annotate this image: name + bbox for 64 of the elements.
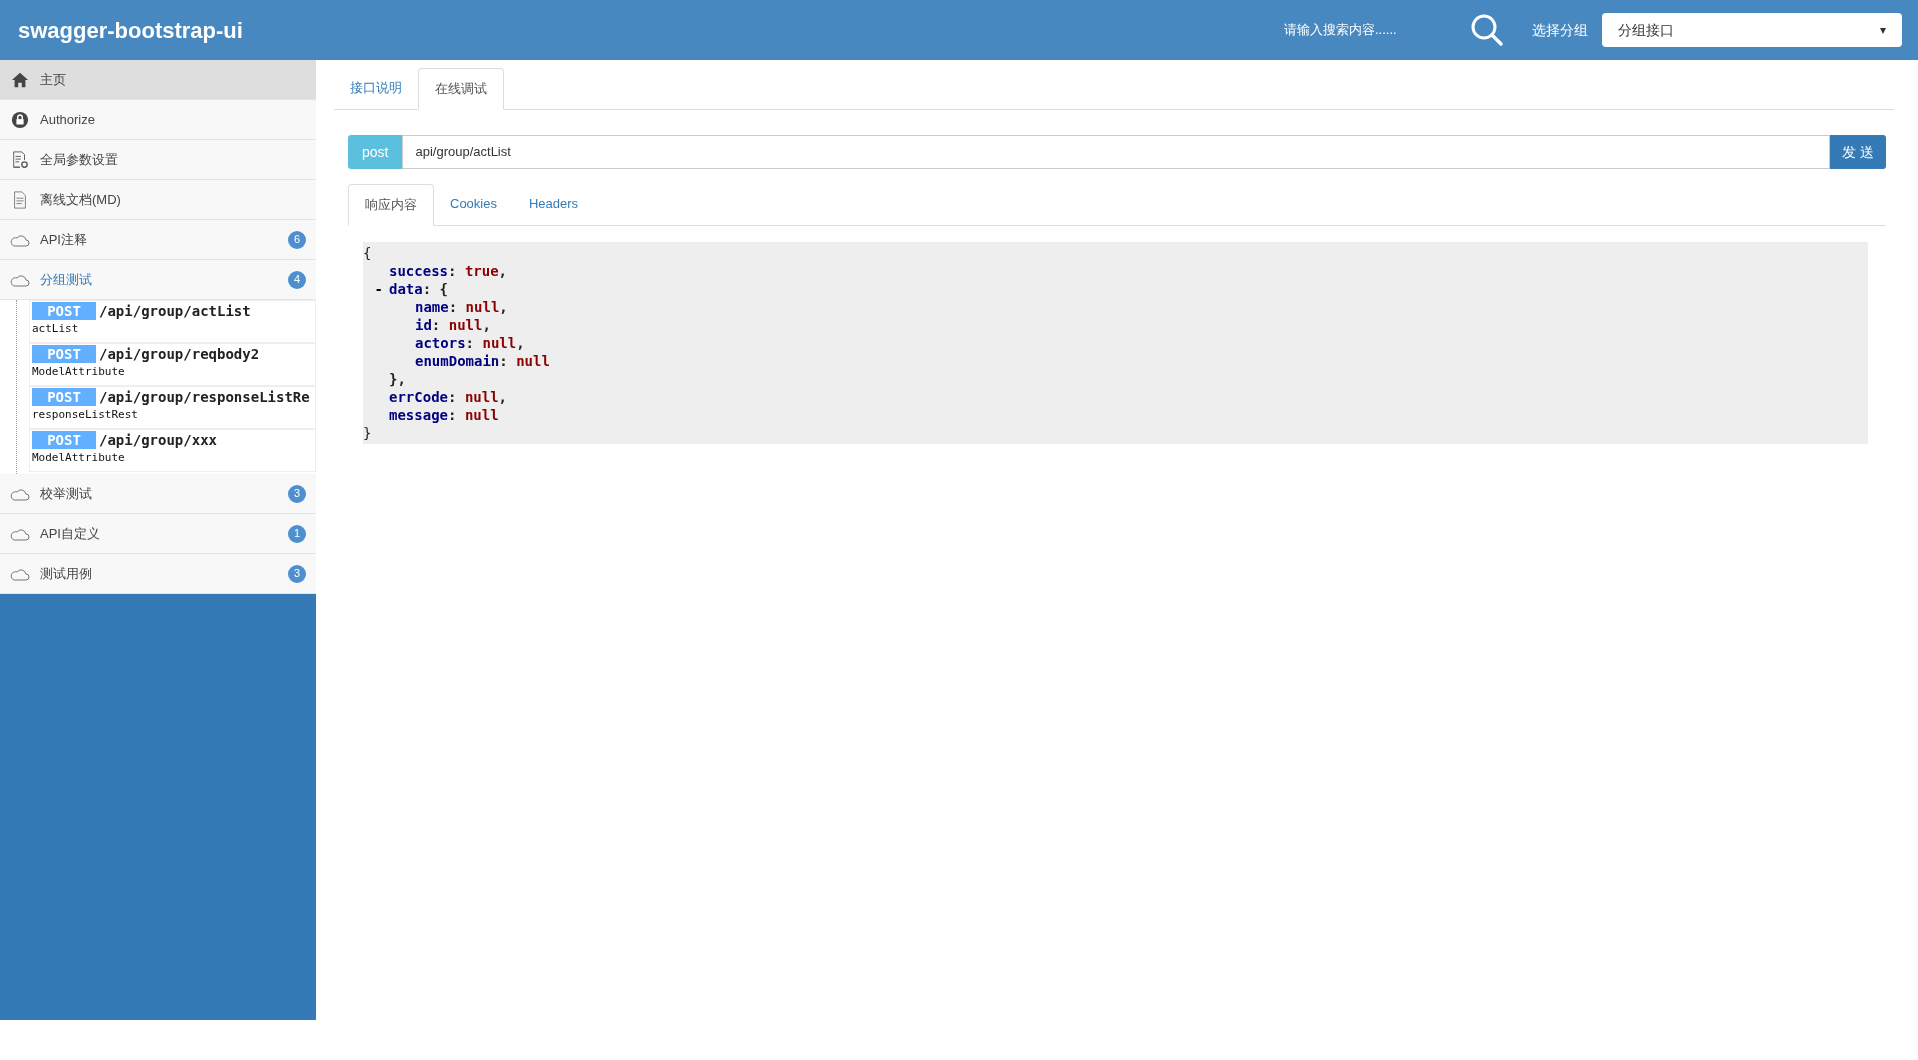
lock-icon — [11, 110, 29, 129]
json-line: actors: null, — [415, 334, 525, 352]
json-line: success: true, — [389, 262, 508, 280]
document-icon — [11, 190, 29, 209]
endpoint-path: /api/group/xxx — [99, 430, 217, 450]
home-icon — [11, 70, 29, 89]
count-badge: 1 — [288, 524, 306, 543]
endpoint-path: /api/group/reqbody2 — [99, 344, 260, 364]
group-label: 选择分组 — [1532, 20, 1588, 40]
sidebar-item[interactable]: 主页 — [0, 60, 316, 100]
json-line: { — [363, 244, 372, 262]
json-line: }, — [389, 371, 406, 387]
endpoint-path: /api/group/responseListRe — [99, 387, 310, 407]
sidebar-item[interactable]: 测试用例 3 — [0, 554, 316, 594]
json-line: name: null, — [415, 298, 508, 316]
endpoint-path: /api/group/actList — [99, 301, 251, 321]
method-badge: POST — [32, 345, 96, 363]
send-button[interactable]: 发 送 — [1830, 135, 1886, 169]
count-badge: 3 — [288, 564, 306, 583]
search-field[interactable]: 请输入搜索内容...... — [1284, 20, 1434, 40]
sidebar-item[interactable]: API注释 6 — [0, 220, 316, 260]
sidebar-item[interactable]: 校举测试 3 — [0, 474, 316, 514]
search-icon[interactable] — [1470, 13, 1504, 47]
document-gear-icon — [11, 150, 29, 169]
method-badge: POST — [32, 431, 96, 449]
count-badge: 6 — [288, 230, 306, 249]
api-endpoint-item[interactable]: POST /api/group/xxx ModelAttribute — [29, 429, 316, 472]
endpoint-summary: responseListRest — [32, 407, 139, 423]
tab[interactable]: 在线调试 — [418, 68, 504, 110]
sidebar-item[interactable]: Authorize — [0, 100, 316, 140]
sidebar-item[interactable]: API自定义 1 — [0, 514, 316, 554]
cloud-icon — [10, 272, 30, 287]
api-endpoint-item[interactable]: POST /api/group/reqbody2 ModelAttribute — [29, 343, 316, 386]
group-select[interactable]: 分组接口 ▾ — [1602, 13, 1902, 47]
cloud-icon — [10, 232, 30, 247]
url-input-field[interactable]: api/group/actList — [402, 135, 1831, 169]
endpoint-summary: ModelAttribute — [32, 450, 126, 466]
json-line: data: { — [389, 280, 449, 298]
response-tab[interactable]: 响应内容 — [348, 184, 434, 226]
sidebar-item[interactable]: 分组测试 4 — [0, 260, 316, 300]
app-title: swagger-bootstrap-ui — [18, 16, 243, 45]
json-line: id: null, — [415, 316, 491, 334]
response-tab[interactable]: Headers — [512, 183, 595, 225]
cloud-icon — [10, 566, 30, 581]
api-endpoint-item[interactable]: POST /api/group/actList actList — [29, 300, 316, 343]
cloud-icon — [10, 486, 30, 501]
response-tab[interactable]: Cookies — [434, 183, 513, 225]
count-badge: 4 — [288, 270, 306, 289]
sidebar-item[interactable]: 全局参数设置 — [0, 140, 316, 180]
sidebar-item[interactable]: 离线文档(MD) — [0, 180, 316, 220]
collapse-toggle[interactable]: - — [374, 281, 383, 297]
method-label: post — [348, 135, 403, 169]
api-endpoint-item[interactable]: POST /api/group/responseListRe responseListRest — [29, 386, 316, 429]
cloud-icon — [10, 526, 30, 541]
endpoint-summary: ModelAttribute — [32, 364, 126, 380]
method-badge: POST — [32, 302, 96, 320]
json-line: enumDomain: null — [415, 352, 550, 370]
method-badge: POST — [32, 388, 96, 406]
json-line: message: null — [389, 406, 499, 424]
endpoint-summary: actList — [32, 321, 80, 337]
json-line: errCode: null, — [389, 388, 508, 406]
tab[interactable]: 接口说明 — [334, 67, 418, 109]
count-badge: 3 — [288, 484, 306, 503]
json-line: } — [363, 424, 372, 442]
